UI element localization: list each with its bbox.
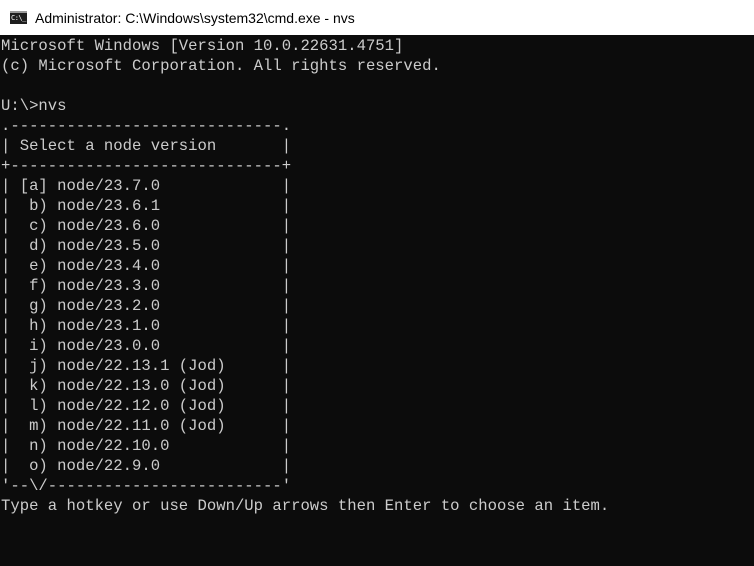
menu-item-m[interactable]: | m) node/22.11.0 (Jod) | [1, 416, 754, 436]
menu-item-k[interactable]: | k) node/22.13.0 (Jod) | [1, 376, 754, 396]
console-output[interactable]: Microsoft Windows [Version 10.0.22631.47… [1, 35, 754, 566]
cmd-icon: C:\_ [10, 11, 27, 24]
menu-item-f[interactable]: | f) node/23.3.0 | [1, 276, 754, 296]
menu-border-bottom: '--\/-------------------------' [1, 477, 292, 495]
menu-item-j[interactable]: | j) node/22.13.1 (Jod) | [1, 356, 754, 376]
console-line-prompt: U:\>nvs [1, 97, 67, 115]
menu-item-l[interactable]: | l) node/22.12.0 (Jod) | [1, 396, 754, 416]
menu-item-b[interactable]: | b) node/23.6.1 | [1, 196, 754, 216]
menu-item-e[interactable]: | e) node/23.4.0 | [1, 256, 754, 276]
menu-item-a[interactable]: | [a] node/23.7.0 | [1, 176, 754, 196]
console-line-copyright: (c) Microsoft Corporation. All rights re… [1, 57, 441, 75]
menu-item-c[interactable]: | c) node/23.6.0 | [1, 216, 754, 236]
menu-item-i[interactable]: | i) node/23.0.0 | [1, 336, 754, 356]
menu-border-top: .-----------------------------. [1, 117, 292, 135]
menu-divider: +-----------------------------+ [1, 157, 292, 175]
console-line-instructions: Type a hotkey or use Down/Up arrows then… [1, 497, 610, 515]
menu-item-g[interactable]: | g) node/23.2.0 | [1, 296, 754, 316]
cmd-window: C:\_ Administrator: C:\Windows\system32\… [0, 0, 754, 566]
cmd-icon-label: C:\_ [11, 14, 26, 22]
menu-item-o[interactable]: | o) node/22.9.0 | [1, 456, 754, 476]
console-line-version: Microsoft Windows [Version 10.0.22631.47… [1, 37, 404, 55]
title-bar[interactable]: C:\_ Administrator: C:\Windows\system32\… [0, 0, 754, 35]
menu-item-d[interactable]: | d) node/23.5.0 | [1, 236, 754, 256]
menu-header: | Select a node version | [1, 137, 292, 155]
menu-item-h[interactable]: | h) node/23.1.0 | [1, 316, 754, 336]
window-title: Administrator: C:\Windows\system32\cmd.e… [35, 9, 355, 26]
menu-item-n[interactable]: | n) node/22.10.0 | [1, 436, 754, 456]
